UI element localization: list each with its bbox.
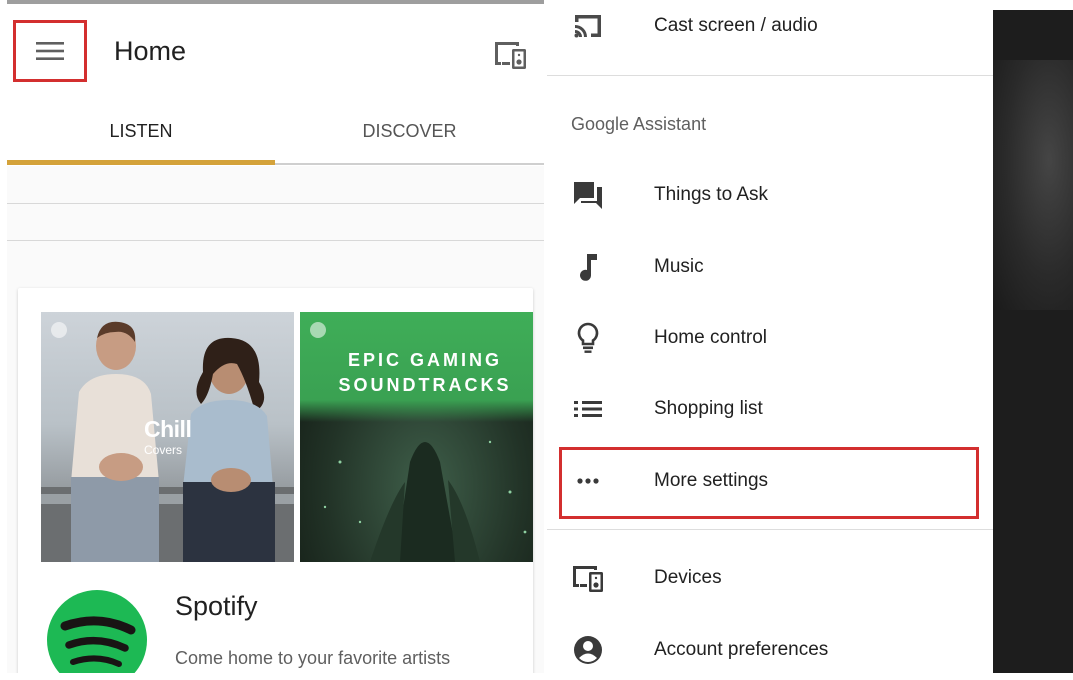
menu-button[interactable] bbox=[13, 20, 87, 82]
playlist-title: EPIC GAMING SOUNDTRACKS bbox=[338, 350, 512, 395]
navigation-drawer: Cast screen / audio Google Assistant Thi… bbox=[547, 10, 993, 673]
cast-icon bbox=[571, 9, 605, 43]
drawer-item-label: Cast screen / audio bbox=[654, 15, 818, 36]
spotify-badge-icon bbox=[51, 322, 67, 338]
divider bbox=[7, 203, 544, 204]
chat-icon bbox=[571, 178, 605, 212]
tab-listen[interactable]: LISTEN bbox=[7, 96, 275, 162]
drawer-item-label: Music bbox=[654, 256, 704, 277]
devices-button[interactable] bbox=[493, 38, 529, 72]
home-screen: Home LISTEN DISCOVER Chill Covers EPIC G… bbox=[7, 0, 544, 673]
playlist-title: Chill bbox=[144, 416, 192, 442]
tab-selected-indicator bbox=[7, 160, 275, 165]
drawer-item-shopping-list[interactable]: Shopping list bbox=[547, 379, 993, 439]
drawer-item-home-control[interactable]: Home control bbox=[547, 308, 993, 368]
tab-bar: LISTEN DISCOVER bbox=[7, 96, 544, 166]
playlist-tile-chill[interactable]: Chill Covers bbox=[41, 312, 294, 562]
music-note-icon bbox=[571, 250, 605, 284]
dimmed-background-artwork bbox=[993, 60, 1073, 310]
devices-icon bbox=[495, 42, 526, 69]
tab-discover[interactable]: DISCOVER bbox=[275, 96, 544, 162]
drawer-item-label: Devices bbox=[654, 567, 722, 588]
page-title: Home bbox=[114, 36, 187, 66]
playlist-subtitle: Covers bbox=[144, 443, 183, 457]
spotify-logo-icon bbox=[47, 590, 147, 673]
highlight-box bbox=[559, 447, 979, 519]
spotify-waves bbox=[60, 616, 136, 667]
drawer-item-music[interactable]: Music bbox=[547, 237, 993, 297]
drawer-divider bbox=[547, 529, 993, 530]
playlist-tile-epic-gaming[interactable]: EPIC GAMING SOUNDTRACKS bbox=[300, 312, 533, 562]
devices-icon bbox=[571, 561, 605, 595]
drawer-item-label: Shopping list bbox=[654, 398, 763, 419]
drawer-item-cast-screen[interactable]: Cast screen / audio bbox=[547, 0, 993, 56]
drawer-item-label: Things to Ask bbox=[654, 184, 769, 205]
account-circle-icon bbox=[571, 633, 605, 667]
drawer-item-label: Home control bbox=[654, 327, 767, 348]
drawer-item-devices[interactable]: Devices bbox=[547, 548, 993, 608]
spotify-badge-icon bbox=[310, 322, 326, 338]
drawer-section-header: Google Assistant bbox=[571, 114, 707, 134]
lightbulb-icon bbox=[571, 321, 605, 355]
drawer-scrim[interactable] bbox=[993, 10, 1073, 673]
drawer-item-label: Account preferences bbox=[654, 639, 829, 660]
spotify-card[interactable]: Chill Covers EPIC GAMING SOUNDTRACKS Spo… bbox=[18, 288, 533, 673]
drawer-divider bbox=[547, 75, 993, 76]
drawer-item-account-preferences[interactable]: Account preferences bbox=[547, 620, 993, 680]
list-icon bbox=[571, 392, 605, 426]
service-description: Come home to your favorite artists bbox=[175, 648, 451, 668]
service-name: Spotify bbox=[175, 591, 258, 621]
tab-divider bbox=[275, 163, 544, 165]
app-bar: Home bbox=[7, 4, 544, 96]
divider bbox=[7, 240, 544, 241]
drawer-item-things-to-ask[interactable]: Things to Ask bbox=[547, 165, 993, 225]
hamburger-menu-icon bbox=[36, 42, 64, 60]
